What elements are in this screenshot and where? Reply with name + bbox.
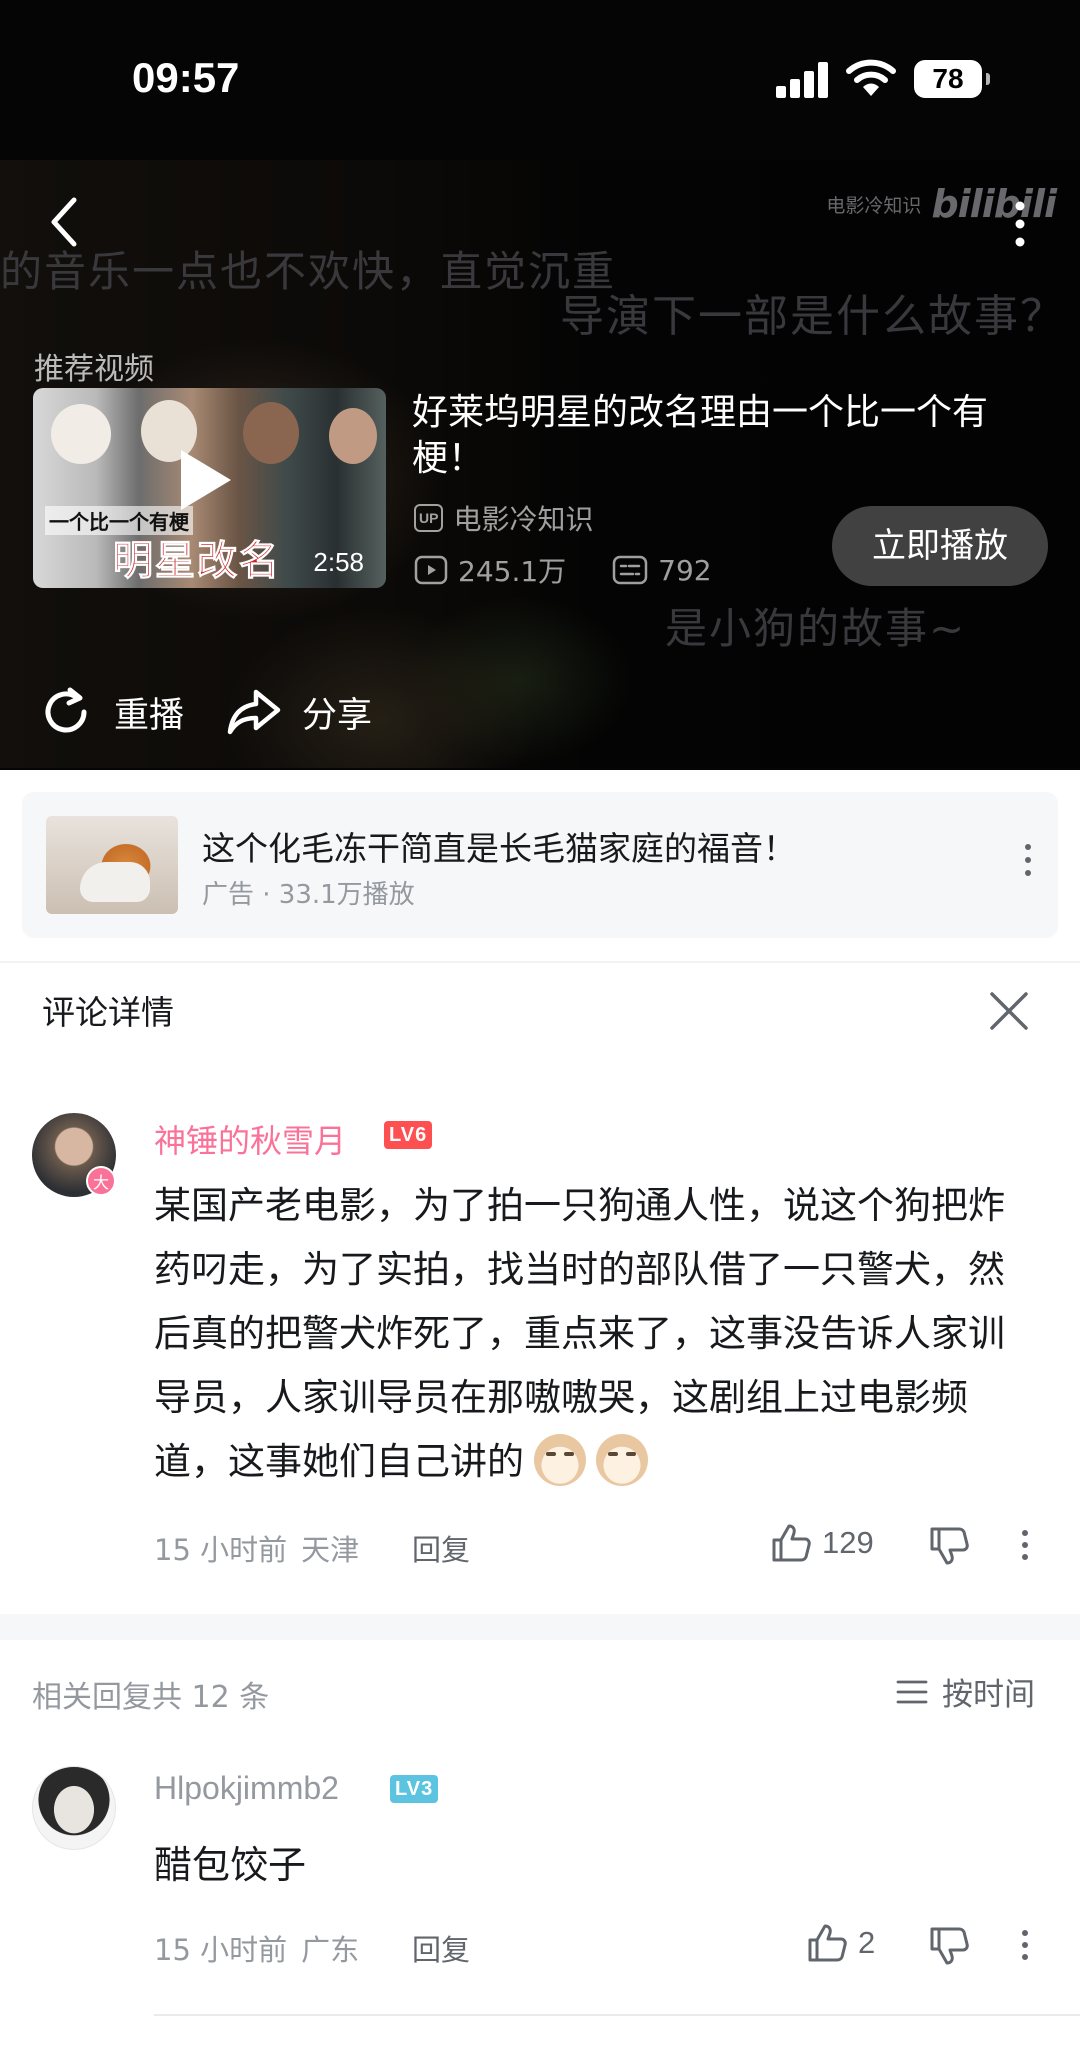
danmaku-text: 的音乐一点也不欢快，直觉沉重 [0,247,617,296]
video-player[interactable]: 的音乐一点也不欢快，直觉沉重 导演下一部是什么故事？ 是小狗的故事~ 电影冷知识… [0,0,1080,770]
ad-card[interactable]: 这个化毛冻干简直是长毛猫家庭的福音！ 广告 · 33.1万播放 [22,792,1058,938]
share-button[interactable]: 分享 [224,682,372,742]
vip-badge: 大 [86,1166,116,1196]
danmaku-count-icon [612,555,648,585]
reply-meta: 15 小时前 广东 [154,1927,359,1969]
sort-button[interactable]: 按时间 [896,1669,1035,1714]
watermark-text: 电影冷知识 [826,194,922,217]
dog-emoji-icon [534,1434,586,1486]
replies-count: 相关回复共 12 条 [32,1680,270,1715]
comment-detail-title: 评论详情 [42,993,174,1032]
ad-subtitle: 广告 · 33.1万播放 [202,880,415,910]
list-sort-icon [896,1680,928,1703]
level-badge: LV6 [384,1121,433,1149]
play-icon [181,450,231,510]
more-options-icon[interactable] [1020,1530,1030,1566]
reply-location: 广东 [301,1933,360,1967]
recommended-video-thumbnail[interactable]: 一个比一个有梗 明星改名 2:58 [33,388,386,588]
reply-time: 15 小时前 [154,1933,288,1967]
cellular-signal-icon [776,62,830,98]
reply-button[interactable]: 回复 [412,1527,470,1569]
status-bar: 09:57 78 [0,0,1080,160]
ad-thumbnail [46,816,178,914]
section-separator [0,1614,1080,1640]
danmaku-text: 导演下一部是什么故事？ [560,291,1066,342]
close-icon[interactable] [988,990,1030,1032]
avatar[interactable] [32,1766,116,1850]
sort-label: 按时间 [942,1677,1035,1713]
replay-icon [45,687,87,733]
reply-button[interactable]: 回复 [412,1927,470,1969]
more-options-icon[interactable] [1020,1930,1030,1966]
uploader-row: UP 电影冷知识 [414,498,593,538]
comment-meta: 15 小时前 天津 [154,1527,359,1569]
video-duration: 2:58 [313,547,364,577]
comment-time: 15 小时前 [154,1533,288,1567]
uploader-name: 电影冷知识 [453,503,594,536]
dog-emoji-icon [596,1434,648,1486]
more-options-icon[interactable] [1000,200,1040,250]
share-icon [227,689,281,735]
like-count: 2 [858,1925,876,1960]
comment-text: 某国产老电影，为了拍一只狗通人性，说这个狗把炸药叼走，为了实拍，找当时的部队借了… [154,1174,1034,1494]
level-badge: LV3 [390,1775,439,1803]
ad-more-icon[interactable] [1023,844,1033,884]
recommended-video-title[interactable]: 好莱坞明星的改名理由一个比一个有梗！ [412,390,1012,482]
danmaku-text: 是小狗的故事~ [665,604,967,653]
wifi-icon [846,59,896,96]
reply-text: 醋包饺子 [154,1843,307,1887]
divider [154,2014,1080,2016]
views-icon [414,555,448,585]
replay-label: 重播 [114,695,185,736]
status-time: 09:57 [132,54,240,101]
back-arrow-icon[interactable] [40,192,90,252]
thumbs-up-icon [772,1524,811,1562]
divider [0,961,1080,963]
thumbs-up-icon [808,1924,847,1962]
comment-location: 天津 [301,1533,360,1567]
like-button[interactable]: 2 [806,1922,875,1964]
like-count: 129 [822,1525,874,1560]
video-stats-row: 245.1万 792 [414,550,712,590]
battery-indicator: 78 [914,60,990,98]
thumbs-down-icon[interactable] [928,1925,970,1967]
danmaku-count: 792 [658,553,712,587]
up-badge-icon: UP [414,504,444,532]
view-count: 245.1万 [458,555,567,588]
thumbnail-caption-big: 明星改名 [113,538,281,585]
thumbs-down-icon[interactable] [928,1525,970,1567]
like-button[interactable]: 129 [770,1522,874,1564]
comment-username[interactable]: 神锤的秋雪月 [154,1116,346,1162]
replay-button[interactable]: 重播 [36,682,184,742]
reply-username[interactable]: Hlpokjimmb2 [154,1770,339,1807]
comment-body: 某国产老电影，为了拍一只狗通人性，说这个狗把炸药叼走，为了实拍，找当时的部队借了… [154,1184,1005,1483]
play-now-button[interactable]: 立即播放 [832,506,1048,586]
ad-title: 这个化毛冻干简直是长毛猫家庭的福音！ [202,829,796,868]
share-label: 分享 [302,695,373,736]
recommend-label: 推荐视频 [34,352,154,387]
